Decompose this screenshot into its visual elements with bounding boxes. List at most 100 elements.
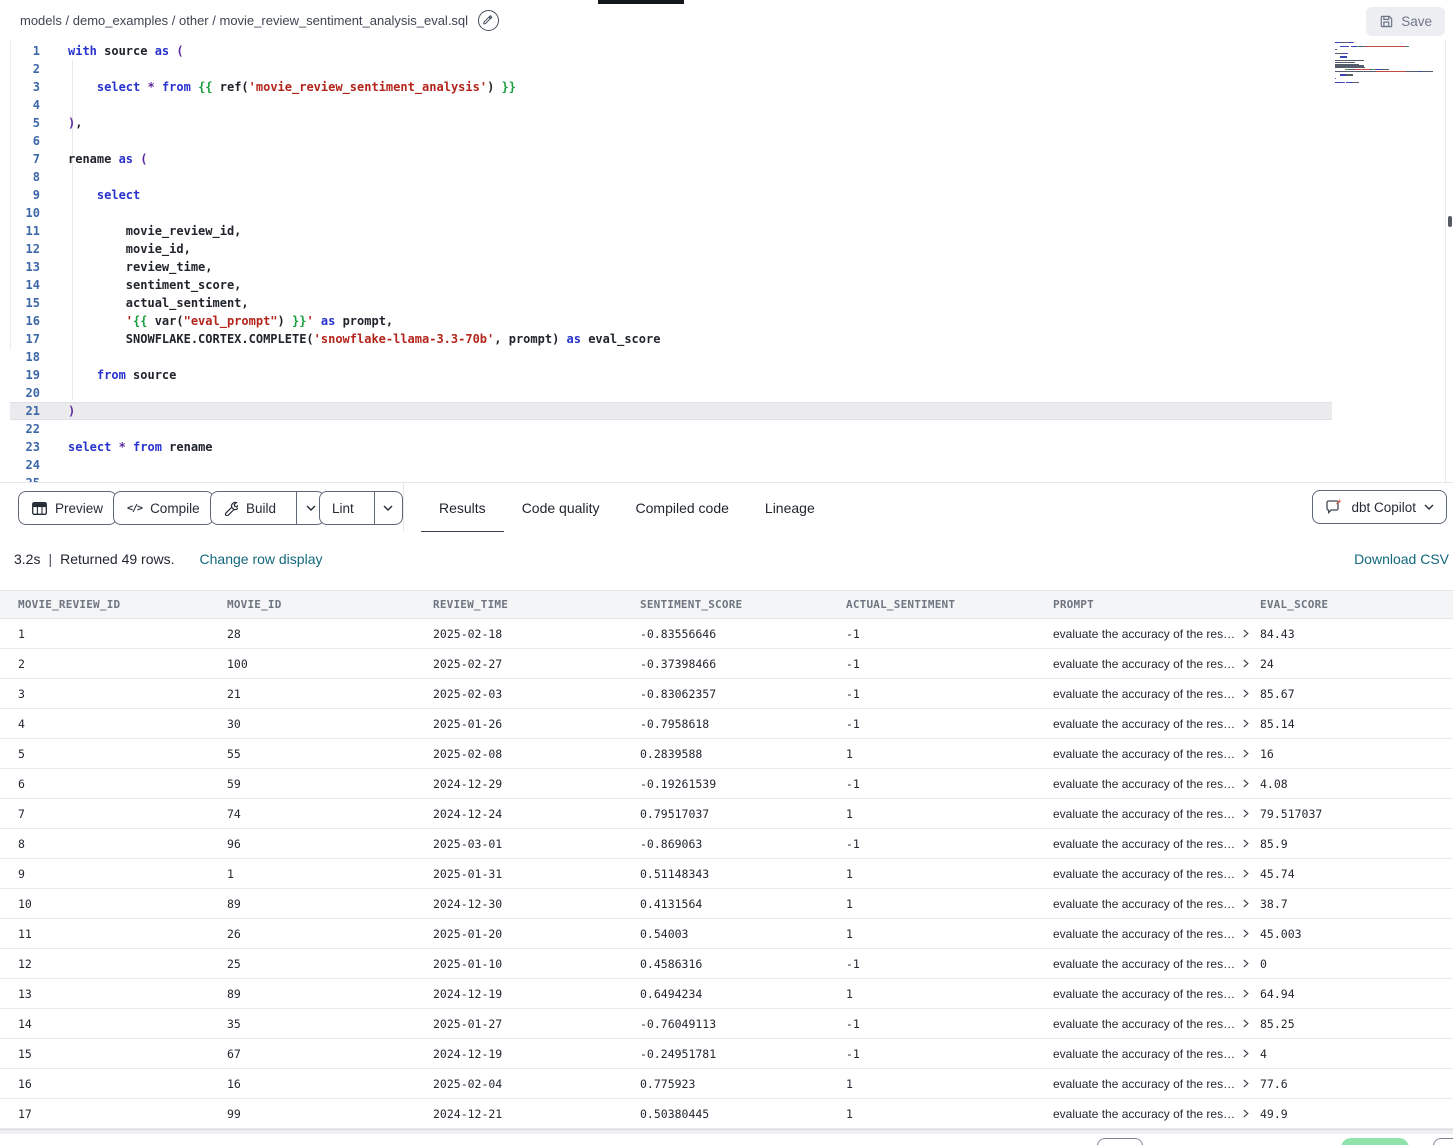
table-cell: evaluate the accuracy of the res…	[1035, 837, 1242, 851]
row-count-text: Returned 49 rows.	[60, 551, 174, 567]
tab-results[interactable]: Results	[421, 483, 504, 533]
table-row[interactable]: 1282025-02-18-0.83556646-1evaluate the a…	[0, 619, 1453, 649]
code-line[interactable]: 14 sentiment_score,	[0, 276, 1332, 294]
code-line[interactable]: 17 SNOWFLAKE.CORTEX.COMPLETE('snowflake-…	[0, 330, 1332, 348]
tab-lineage[interactable]: Lineage	[747, 483, 833, 533]
column-header-sentiment_score[interactable]: SENTIMENT_SCORE	[622, 598, 828, 611]
breadcrumb-item[interactable]: demo_examples	[73, 13, 168, 28]
dbt-copilot-button[interactable]: dbt Copilot	[1312, 490, 1447, 524]
table-row[interactable]: 15672024-12-19-0.24951781-1evaluate the …	[0, 1039, 1453, 1069]
table-row[interactable]: 6592024-12-29-0.19261539-1evaluate the a…	[0, 769, 1453, 799]
code-line[interactable]: 2	[0, 60, 1332, 78]
minimap[interactable]	[1335, 42, 1445, 87]
prompt-cell-text: evaluate the accuracy of the res…	[1053, 897, 1235, 911]
table-row[interactable]: 21002025-02-27-0.37398466-1evaluate the …	[0, 649, 1453, 679]
table-cell: 0.54003	[622, 927, 828, 941]
code-line[interactable]: 1with source as (	[0, 42, 1332, 60]
table-cell: 6	[0, 777, 209, 791]
table-row[interactable]: 4302025-01-26-0.7958618-1evaluate the ac…	[0, 709, 1453, 739]
lint-button[interactable]: Lint	[320, 492, 366, 524]
code-line[interactable]: 16 '{{ var("eval_prompt") }}' as prompt,	[0, 312, 1332, 330]
code-line[interactable]: 18	[0, 348, 1332, 366]
bottom-green-pill-button[interactable]	[1341, 1138, 1409, 1145]
table-cell: 12	[0, 957, 209, 971]
code-line[interactable]: 6	[0, 132, 1332, 150]
code-line[interactable]: 12 movie_id,	[0, 240, 1332, 258]
table-row[interactable]: 912025-01-310.511483431evaluate the accu…	[0, 859, 1453, 889]
download-csv-link[interactable]: Download CSV	[1354, 551, 1449, 567]
table-row[interactable]: 12252025-01-100.4586316-1evaluate the ac…	[0, 949, 1453, 979]
code-line[interactable]: 7rename as (	[0, 150, 1332, 168]
column-header-movie_id[interactable]: MOVIE_ID	[209, 598, 415, 611]
bottom-partial-button[interactable]	[1433, 1138, 1453, 1145]
code-line[interactable]: 11 movie_review_id,	[0, 222, 1332, 240]
scrollbar-thumb[interactable]	[1448, 216, 1452, 227]
code-line[interactable]: 22	[0, 420, 1332, 438]
table-cell: 4	[0, 717, 209, 731]
table-row[interactable]: 14352025-01-27-0.76049113-1evaluate the …	[0, 1009, 1453, 1039]
prompt-cell-text: evaluate the accuracy of the res…	[1053, 777, 1235, 791]
table-cell: 11	[0, 927, 209, 941]
editor-scrollbar[interactable]	[1445, 40, 1453, 482]
table-cell: 10	[0, 897, 209, 911]
table-cell: 85.14	[1242, 717, 1453, 731]
code-line[interactable]: 9 select	[0, 186, 1332, 204]
table-cell: 1	[828, 747, 1035, 761]
code-line[interactable]: 13 review_time,	[0, 258, 1332, 276]
code-line[interactable]: 21)	[0, 402, 1332, 420]
table-cell: 85.67	[1242, 687, 1453, 701]
code-line[interactable]: 24	[0, 456, 1332, 474]
table-row[interactable]: 11262025-01-200.540031evaluate the accur…	[0, 919, 1453, 949]
table-row[interactable]: 7742024-12-240.795170371evaluate the acc…	[0, 799, 1453, 829]
code-line[interactable]: 10	[0, 204, 1332, 222]
code-line[interactable]: 5),	[0, 114, 1332, 132]
lint-label: Lint	[332, 501, 354, 516]
column-header-prompt[interactable]: PROMPT	[1035, 598, 1242, 611]
column-header-actual_sentiment[interactable]: ACTUAL_SENTIMENT	[828, 598, 1035, 611]
code-line[interactable]: 20	[0, 384, 1332, 402]
table-cell: 49.9	[1242, 1107, 1453, 1121]
column-header-eval_score[interactable]: EVAL_SCORE	[1242, 598, 1453, 611]
preview-button[interactable]: Preview	[18, 491, 117, 525]
horizontal-scrollbar-track[interactable]	[0, 1129, 1453, 1134]
breadcrumb-item[interactable]: other	[179, 13, 209, 28]
tab-code-quality[interactable]: Code quality	[504, 483, 618, 533]
table-row[interactable]: 16162025-02-040.7759231evaluate the accu…	[0, 1069, 1453, 1099]
column-header-review_time[interactable]: REVIEW_TIME	[415, 598, 622, 611]
line-number: 17	[0, 330, 40, 348]
table-cell: evaluate the accuracy of the res…	[1035, 1077, 1242, 1091]
code-line[interactable]: 15 actual_sentiment,	[0, 294, 1332, 312]
edit-file-icon[interactable]	[478, 10, 499, 31]
line-number: 5	[0, 114, 40, 132]
breadcrumb-item[interactable]: movie_review_sentiment_analysis_eval.sql	[219, 13, 468, 28]
code-line[interactable]: 3 select * from {{ ref('movie_review_sen…	[0, 78, 1332, 96]
table-cell: 15	[0, 1047, 209, 1061]
build-button[interactable]: Build	[211, 492, 288, 524]
code-line[interactable]: 8	[0, 168, 1332, 186]
change-row-display-link[interactable]: Change row display	[200, 551, 323, 567]
code-line[interactable]: 25	[0, 474, 1332, 482]
save-button[interactable]: Save	[1366, 7, 1445, 36]
line-number: 8	[0, 168, 40, 186]
column-header-movie_review_id[interactable]: MOVIE_REVIEW_ID	[0, 598, 209, 611]
breadcrumb-item[interactable]: models	[20, 13, 62, 28]
code-text: ),	[68, 114, 82, 132]
code-line[interactable]: 19 from source	[0, 366, 1332, 384]
code-editor[interactable]: 1with source as (23 select * from {{ ref…	[0, 40, 1453, 482]
lint-dropdown-toggle[interactable]	[374, 492, 402, 524]
table-row[interactable]: 8962025-03-01-0.869063-1evaluate the acc…	[0, 829, 1453, 859]
tab-compiled-code[interactable]: Compiled code	[618, 483, 747, 533]
code-line[interactable]: 4	[0, 96, 1332, 114]
table-row[interactable]: 17992024-12-210.503804451evaluate the ac…	[0, 1099, 1453, 1129]
table-row[interactable]: 10892024-12-300.41315641evaluate the acc…	[0, 889, 1453, 919]
code-line[interactable]: 23select * from rename	[0, 438, 1332, 456]
bottom-partial-button[interactable]	[1097, 1138, 1143, 1145]
compile-button[interactable]: </> Compile	[113, 491, 214, 525]
table-row[interactable]: 13892024-12-190.64942341evaluate the acc…	[0, 979, 1453, 1009]
line-number: 21	[0, 402, 40, 420]
table-cell: 0.4131564	[622, 897, 828, 911]
table-row[interactable]: 3212025-02-03-0.83062357-1evaluate the a…	[0, 679, 1453, 709]
table-row[interactable]: 5552025-02-080.28395881evaluate the accu…	[0, 739, 1453, 769]
query-status-bar: 3.2s | Returned 49 rows. Change row disp…	[0, 532, 1453, 586]
code-text: with source as (	[68, 42, 184, 60]
